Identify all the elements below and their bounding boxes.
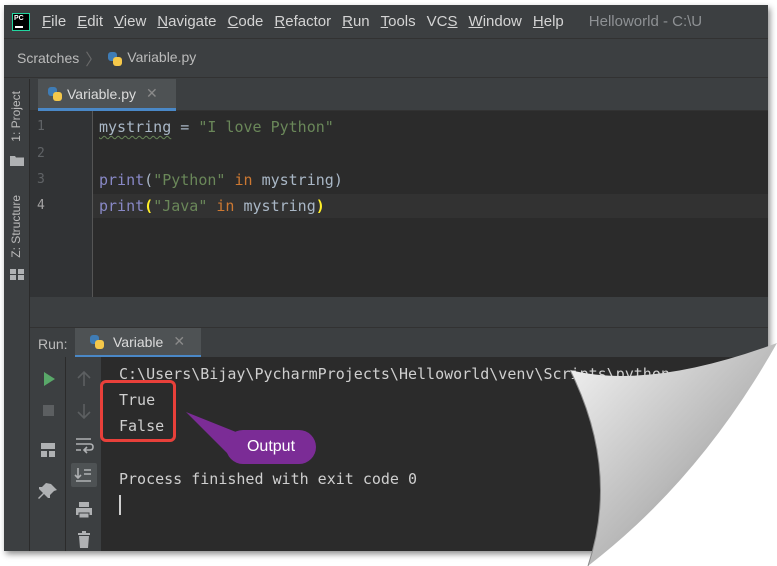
- line-number-gutter: 1 2 3 4: [30, 111, 92, 297]
- menu-code[interactable]: Code: [228, 13, 264, 30]
- menu-window[interactable]: Window: [469, 13, 522, 30]
- window-title: Helloworld - C:\U: [588, 13, 703, 30]
- code-line-3: print("Python" in mystring): [99, 171, 343, 189]
- left-tool-stripe: 1: Project Z: Structure: [4, 79, 30, 551]
- menu-vcs[interactable]: VCS: [427, 13, 458, 30]
- structure-tool-tab[interactable]: Z: Structure: [9, 195, 23, 258]
- menu-run[interactable]: Run: [342, 13, 370, 30]
- logo-text: PC: [14, 14, 24, 22]
- breadcrumb-file[interactable]: Variable.py: [107, 49, 196, 66]
- close-icon[interactable]: ✕: [173, 333, 185, 350]
- play-icon[interactable]: [34, 370, 62, 388]
- code-line-4: print("Java" in mystring): [99, 197, 325, 215]
- down-arrow-icon[interactable]: [69, 402, 99, 420]
- console-command: C:\Users\Bijay\PycharmProjects\Helloworl…: [119, 365, 688, 383]
- up-arrow-icon[interactable]: [69, 370, 99, 388]
- line-number: 1: [37, 119, 45, 134]
- menu-navigate[interactable]: Navigate: [157, 13, 216, 30]
- menu-file[interactable]: File: [42, 13, 66, 30]
- python-run-icon: [89, 334, 105, 350]
- code-editor[interactable]: 1 2 3 4 mystring = "I love Python" print…: [30, 111, 768, 297]
- line-number: 3: [37, 172, 45, 187]
- run-console[interactable]: C:\Users\Bijay\PycharmProjects\Helloworl…: [102, 357, 768, 551]
- run-label: Run:: [38, 336, 68, 352]
- run-tab-label: Variable: [113, 333, 164, 350]
- editor-divider: [30, 297, 768, 327]
- python-file-icon: [107, 51, 123, 67]
- breadcrumb-scratches[interactable]: Scratches: [17, 50, 79, 66]
- run-toolbar-primary: [30, 357, 66, 551]
- menu-help[interactable]: Help: [533, 13, 564, 30]
- editor-tab-label: Variable.py: [67, 85, 137, 102]
- line-number: 2: [37, 146, 45, 161]
- editor-tab-bar: Variable.py ✕: [30, 79, 768, 111]
- stop-icon[interactable]: [34, 402, 62, 420]
- editor-tab-variable[interactable]: Variable.py ✕: [38, 79, 176, 111]
- menu-edit[interactable]: Edit: [77, 13, 103, 30]
- python-file-icon: [47, 86, 63, 102]
- layout-icon[interactable]: [34, 441, 62, 459]
- run-tab-variable[interactable]: Variable ✕: [75, 328, 201, 358]
- run-tool-header: Run: Variable ✕: [30, 327, 768, 358]
- menu-view[interactable]: View: [114, 13, 146, 30]
- scroll-to-end-icon[interactable]: [69, 466, 99, 484]
- soft-wrap-icon[interactable]: [69, 436, 99, 454]
- code-line-1: mystring = "I love Python": [99, 118, 334, 136]
- menu-refactor[interactable]: Refactor: [274, 13, 331, 30]
- menu-tools[interactable]: Tools: [381, 13, 416, 30]
- pin-icon[interactable]: [34, 483, 62, 501]
- run-toolbar-secondary: [66, 357, 102, 551]
- output-callout-label: Output: [246, 438, 296, 455]
- ide-window: PC File Edit View Navigate Code Refactor…: [4, 5, 768, 551]
- close-icon[interactable]: ✕: [146, 85, 158, 102]
- breadcrumb: Scratches 〉 Variable.py: [4, 38, 768, 78]
- project-tool-tab[interactable]: 1: Project: [9, 91, 23, 142]
- pycharm-logo-icon: PC: [12, 12, 30, 31]
- print-icon[interactable]: [69, 501, 99, 519]
- output-highlight-box: [100, 380, 176, 442]
- console-exit-message: Process finished with exit code 0: [119, 470, 418, 488]
- structure-icon: [10, 269, 24, 280]
- trash-icon[interactable]: [69, 531, 99, 549]
- folder-icon: [10, 156, 24, 166]
- chevron-right-icon: 〉: [85, 52, 102, 69]
- menu-bar: PC File Edit View Navigate Code Refactor…: [4, 5, 768, 38]
- text-cursor: [119, 495, 121, 515]
- line-number: 4: [37, 198, 45, 213]
